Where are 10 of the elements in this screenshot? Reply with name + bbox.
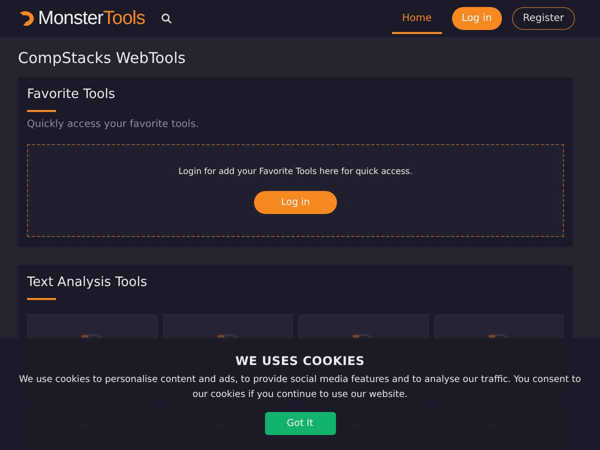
register-button[interactable]: Register [512,7,575,30]
section-title: Text Analysis Tools [27,275,148,290]
login-message: Login for add your Favorite Tools here for quick access. [178,167,412,177]
section-title: Favorite Tools [27,87,116,102]
logo-text[interactable]: MonsterTools [38,8,145,30]
cookie-title: WE USES COOKIES [235,354,365,368]
nav-link[interactable]: Home [392,3,442,34]
page-title: CompStacks WebTools [18,49,187,67]
cookie-message: We use cookies to personalise content and ads, to provide social media features and to analyse our traffic. You consent to our cookies if you continue to use our website. [18,373,582,402]
section-subtitle: Quickly access your favorite tools. [27,119,200,130]
